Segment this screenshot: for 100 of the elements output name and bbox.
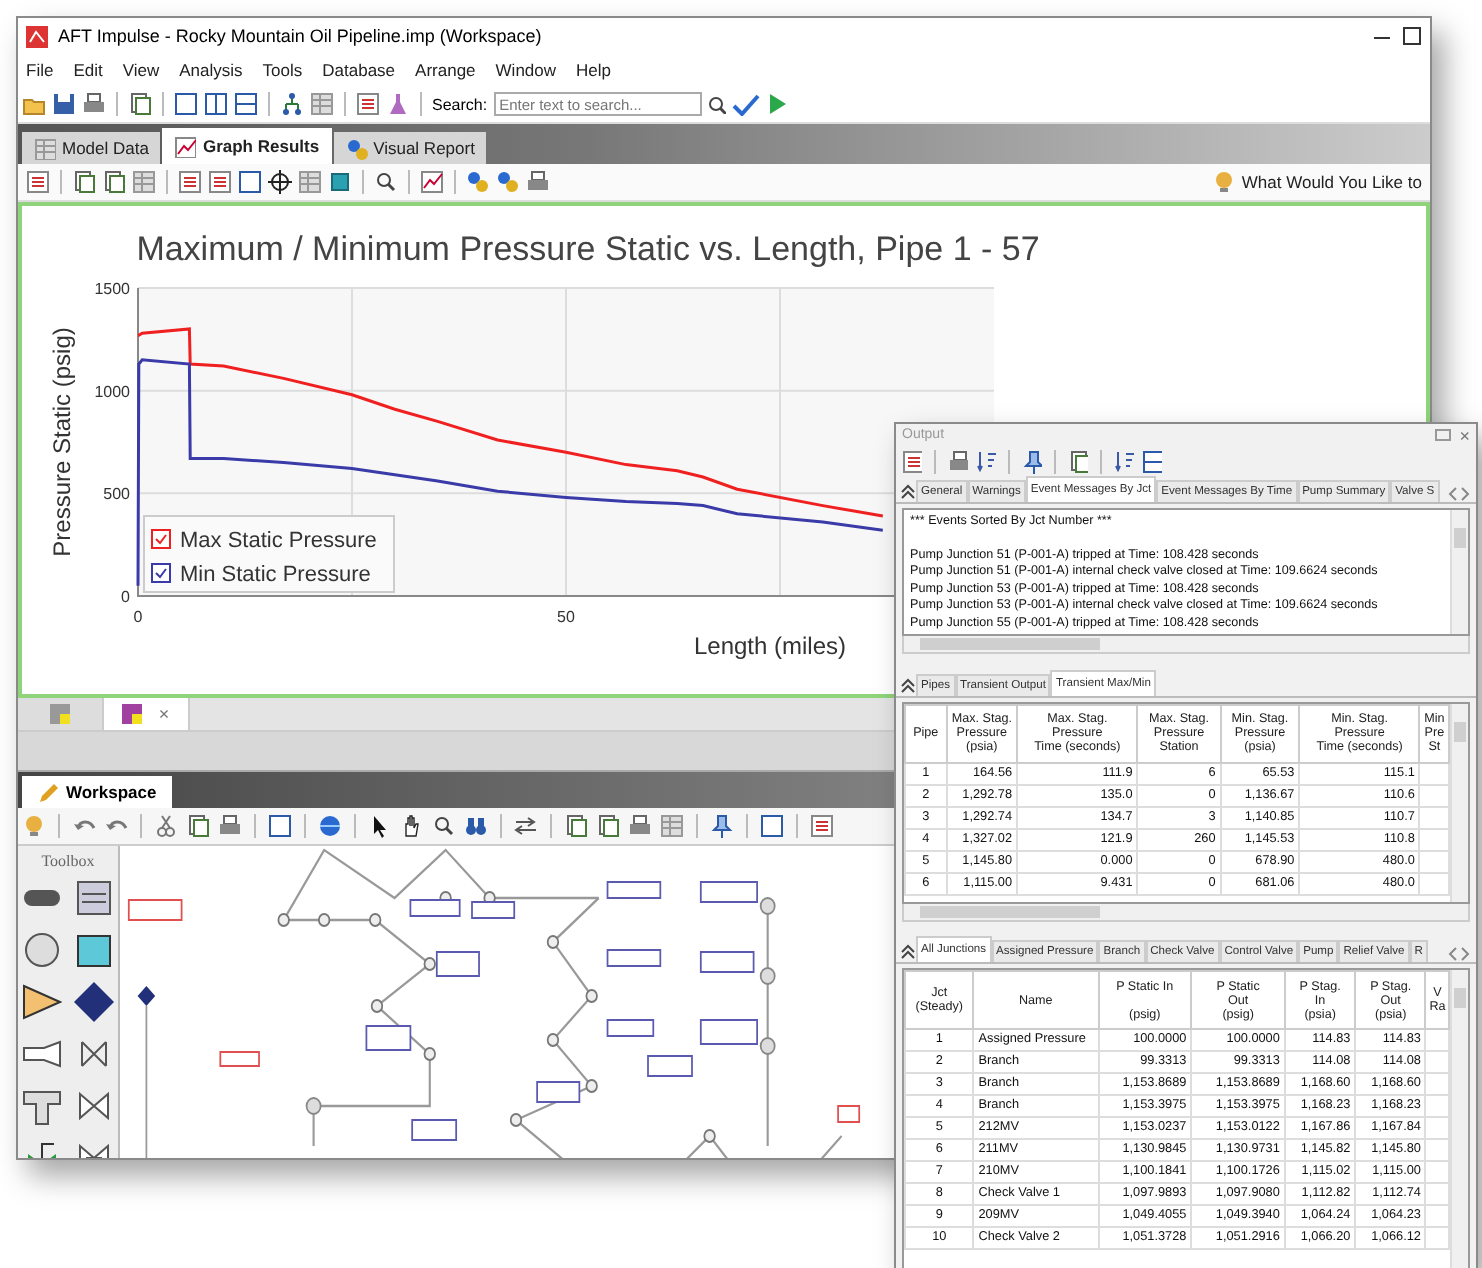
edit-icon[interactable] — [26, 170, 50, 194]
tick-label: 500 — [103, 485, 130, 504]
valve-icon[interactable] — [74, 1086, 114, 1126]
pin-icon[interactable] — [1022, 449, 1042, 474]
legend-checkbox[interactable] — [151, 529, 171, 549]
pins-icon[interactable] — [496, 170, 520, 194]
tick-label: 50 — [557, 608, 575, 626]
tee-icon[interactable] — [22, 1086, 62, 1126]
close-button[interactable]: × — [1459, 425, 1470, 446]
crosshair-icon[interactable] — [268, 170, 292, 194]
list-icon[interactable] — [1142, 449, 1162, 474]
tab[interactable]: Workspace — [22, 776, 173, 808]
help-icon[interactable] — [1211, 170, 1236, 194]
diamond-icon[interactable] — [74, 982, 114, 1022]
scroll-left-icon[interactable] — [1448, 946, 1460, 963]
legend-label: Max Static Pressure — [180, 529, 377, 553]
horizontal-split-icon[interactable] — [234, 92, 258, 116]
menu-item[interactable]: Analysis — [171, 60, 251, 80]
zoom-icon[interactable] — [432, 814, 456, 838]
zoom-icon[interactable] — [374, 170, 398, 194]
checkmark-icon[interactable] — [731, 92, 760, 116]
copy-icon[interactable] — [72, 170, 96, 194]
menu-item[interactable]: Tools — [254, 60, 311, 80]
legend-label: Min Static Pressure — [180, 563, 371, 587]
print-icon[interactable] — [82, 92, 106, 116]
app-icon — [26, 25, 48, 47]
chart-icon[interactable] — [174, 135, 197, 157]
vertical-scrollbar[interactable] — [1450, 509, 1468, 634]
swap-icon[interactable] — [514, 814, 538, 838]
print-icon[interactable] — [948, 449, 968, 474]
chart-title: Maximum / Minimum Pressure Static vs. Length, Pipe 1 - 57 — [136, 230, 1040, 268]
menu-item[interactable]: Window — [487, 60, 565, 80]
sort-icon[interactable] — [1114, 449, 1134, 474]
scissors-icon[interactable] — [154, 814, 178, 838]
chart-icon[interactable] — [122, 704, 143, 724]
axis-label: Pressure Static (psig) — [48, 327, 76, 557]
tick-label: 0 — [121, 588, 130, 606]
hand-icon[interactable] — [400, 814, 424, 838]
close-button[interactable]: × — [158, 704, 170, 724]
align-icon[interactable] — [564, 814, 588, 838]
table-icon[interactable] — [132, 170, 156, 194]
single-pane-icon[interactable] — [174, 92, 198, 116]
vertical-split-icon[interactable] — [204, 92, 228, 116]
flask-icon[interactable] — [386, 92, 410, 116]
legend-icon[interactable] — [178, 170, 202, 194]
export-icon[interactable] — [102, 170, 126, 194]
menu-item[interactable]: View — [114, 60, 168, 80]
legend-checkbox[interactable] — [151, 563, 171, 583]
scroll-left-icon[interactable] — [1448, 485, 1460, 502]
text-block-icon[interactable] — [74, 878, 114, 918]
help-search-prompt[interactable]: What Would You Like to — [1241, 172, 1422, 192]
menu-item[interactable]: Edit — [65, 60, 111, 80]
pointer-icon[interactable] — [368, 814, 392, 838]
square-icon[interactable] — [328, 170, 352, 194]
tick-label: 0 — [133, 608, 143, 626]
circle-icon[interactable] — [22, 930, 62, 970]
sort-icon[interactable] — [976, 449, 996, 474]
collapse-icon[interactable] — [900, 942, 916, 963]
window-title: AFT Impulse - Rocky Mountain Oil Pipeline.imp (Workspace) — [58, 26, 542, 46]
menu-item[interactable]: File — [18, 60, 62, 80]
panel-title: Toolbox — [41, 852, 95, 870]
globe-icon[interactable] — [318, 814, 342, 838]
grid-icon[interactable] — [310, 92, 334, 116]
menu-item[interactable]: Arrange — [407, 60, 484, 80]
vertical-scrollbar[interactable] — [1450, 703, 1468, 902]
search-label: Search: — [432, 95, 488, 113]
copy-icon[interactable] — [186, 814, 210, 838]
square-icon[interactable] — [268, 814, 292, 838]
tree-icon[interactable] — [280, 92, 304, 116]
vertical-scrollbar[interactable] — [1450, 970, 1468, 1268]
maximize-icon[interactable] — [1402, 26, 1422, 46]
menu-item[interactable]: Database — [314, 60, 404, 80]
pump-icon[interactable] — [22, 982, 62, 1022]
tank-icon[interactable] — [74, 930, 114, 970]
checkbox-icon[interactable] — [238, 170, 262, 194]
menu-item[interactable]: Help — [568, 60, 619, 80]
bulb-icon[interactable] — [22, 814, 46, 838]
search-icon[interactable] — [705, 94, 726, 114]
scroll-right-icon[interactable] — [1460, 946, 1472, 963]
document-tab[interactable]: × — [104, 698, 190, 730]
tab[interactable]: Visual Report — [333, 132, 487, 164]
checklist-icon[interactable] — [356, 92, 380, 116]
collapse-icon[interactable] — [900, 675, 916, 696]
scroll-right-icon[interactable] — [1460, 485, 1472, 502]
binoculars-icon[interactable] — [464, 814, 488, 838]
line-style-icon[interactable] — [420, 170, 444, 194]
shape-icon[interactable] — [760, 814, 784, 838]
copy-icon[interactable] — [1068, 449, 1088, 474]
tab[interactable]: Graph Results — [162, 128, 332, 164]
align-icon[interactable] — [596, 814, 620, 838]
tick-label: 1500 — [94, 280, 130, 298]
copy-icon[interactable] — [128, 92, 152, 116]
edit-icon[interactable] — [902, 449, 922, 474]
pins-icon[interactable] — [466, 170, 490, 194]
axis-label: Length (miles) — [693, 632, 847, 660]
collapse-icon[interactable] — [900, 481, 916, 502]
play-icon[interactable] — [765, 92, 790, 116]
save-icon[interactable] — [52, 92, 76, 116]
tab[interactable]: Model Data — [22, 132, 161, 164]
list-icon[interactable] — [208, 170, 232, 194]
